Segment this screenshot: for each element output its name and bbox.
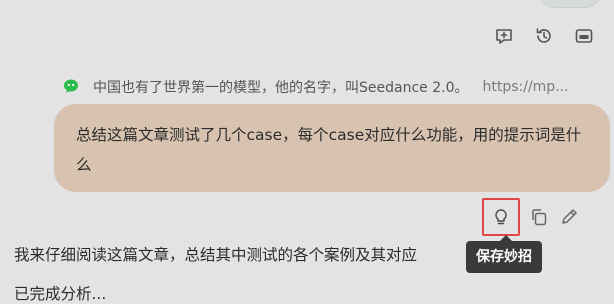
assistant-message-line2: 已完成分析...	[14, 285, 107, 303]
panel-button[interactable]	[572, 24, 596, 48]
source-link[interactable]: 中国也有了世界第一的模型，他的名字，叫Seedance 2.0。 https:/…	[63, 76, 603, 98]
panel-icon	[575, 29, 593, 43]
history-icon	[536, 28, 551, 43]
copy-icon	[532, 209, 547, 226]
source-title: 中国也有了世界第一的模型，他的名字，叫Seedance 2.0。	[93, 80, 469, 96]
assistant-message: 我来仔细阅读这篇文章，总结其中测试的各个案例及其对应	[14, 246, 418, 264]
add-note-button[interactable]	[492, 24, 516, 48]
message-actions	[482, 198, 592, 236]
add-note-icon	[496, 29, 512, 44]
edit-icon	[562, 209, 577, 224]
top-pill[interactable]	[538, 0, 602, 8]
save-tip-tooltip: 保存妙招	[466, 235, 542, 273]
wechat-icon	[64, 79, 78, 93]
user-message-bubble: 总结这篇文章测试了几个case，每个case对应什么功能，用的提示词是什么	[54, 104, 610, 192]
edit-button[interactable]	[558, 206, 580, 228]
copy-button[interactable]	[528, 206, 550, 228]
save-tip-button[interactable]	[482, 198, 520, 236]
source-url[interactable]: https://mp...	[482, 79, 568, 95]
lightbulb-icon	[495, 209, 507, 225]
top-toolbar	[492, 24, 596, 48]
user-message-text: 总结这篇文章测试了几个case，每个case对应什么功能，用的提示词是什么	[76, 126, 582, 174]
history-button[interactable]	[532, 24, 556, 48]
